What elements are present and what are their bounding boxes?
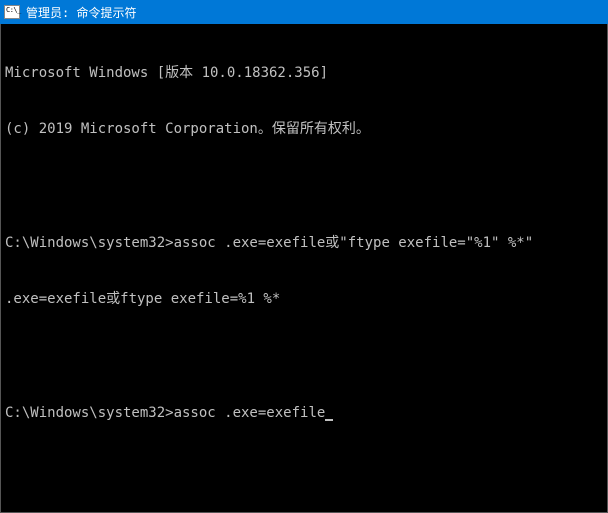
command-line-1: C:\Windows\system32>assoc .exe=exefile或"… (5, 234, 603, 253)
command-line-2: C:\Windows\system32>assoc .exe=exefile (5, 404, 603, 423)
output-line: .exe=exefile或ftype exefile=%1 %* (5, 290, 603, 309)
command-text: assoc .exe=exefile或"ftype exefile="%1" %… (174, 235, 534, 251)
prompt: C:\Windows\system32> (5, 405, 174, 421)
terminal-area[interactable]: Microsoft Windows [版本 10.0.18362.356] (c… (0, 24, 608, 513)
blank-line (5, 347, 603, 366)
blank-line (5, 177, 603, 196)
cmd-icon (4, 5, 20, 19)
window-title: 管理员: 命令提示符 (26, 4, 136, 21)
copyright-line: (c) 2019 Microsoft Corporation。保留所有权利。 (5, 120, 603, 139)
title-bar[interactable]: 管理员: 命令提示符 (0, 0, 608, 24)
prompt: C:\Windows\system32> (5, 235, 174, 251)
command-prompt-window: 管理员: 命令提示符 Microsoft Windows [版本 10.0.18… (0, 0, 608, 513)
version-line: Microsoft Windows [版本 10.0.18362.356] (5, 64, 603, 83)
cursor (325, 419, 333, 421)
command-input[interactable]: assoc .exe=exefile (174, 405, 326, 421)
